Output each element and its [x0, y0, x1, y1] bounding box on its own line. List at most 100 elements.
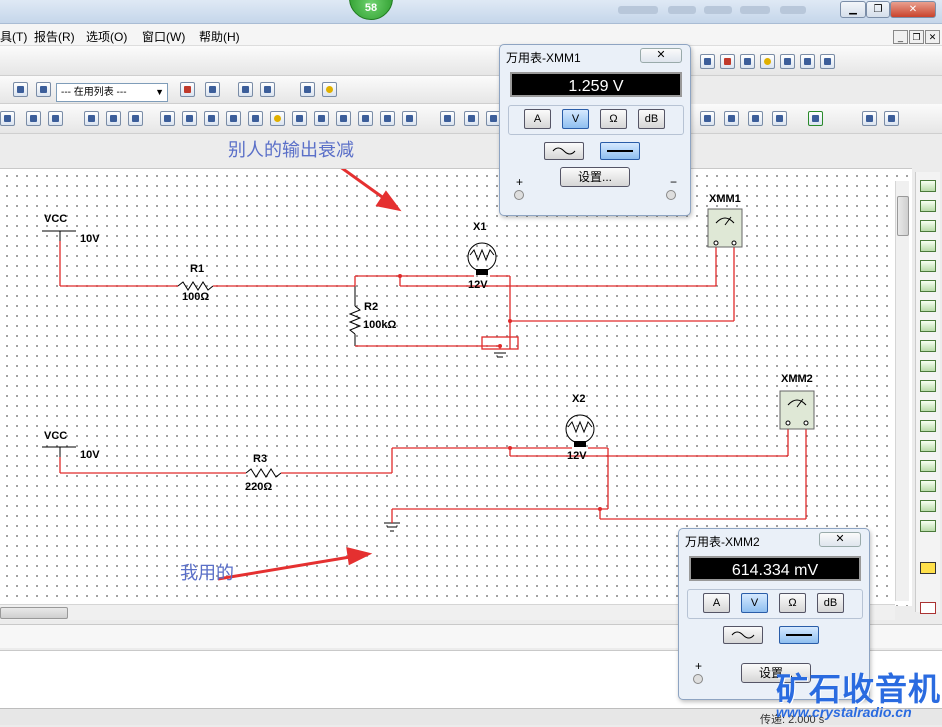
hierarchy-icon[interactable]: [13, 82, 28, 97]
wattmeter-tool-icon[interactable]: [920, 220, 936, 232]
vertical-scroll-thumb[interactable]: [897, 196, 909, 236]
erc-icon[interactable]: [180, 82, 195, 97]
multimeter-xmm1-symbol: [707, 208, 743, 248]
cmos-icon[interactable]: [182, 111, 197, 126]
watermark-url: www.crystalradio.cn: [776, 704, 912, 720]
back-annotate-icon[interactable]: [238, 82, 253, 97]
xmm1-minus-terminal[interactable]: [666, 190, 676, 200]
place-icon[interactable]: [464, 111, 479, 126]
xmm2-voltmeter-button[interactable]: V: [741, 593, 768, 613]
xmm1-ammeter-button[interactable]: A: [524, 109, 551, 129]
xmm2-ac-button[interactable]: [723, 626, 763, 644]
menu-options[interactable]: 选项(O): [86, 28, 127, 45]
database-icon[interactable]: [36, 82, 51, 97]
mdi-minimize-button[interactable]: _: [893, 30, 908, 44]
instrument-icon[interactable]: [748, 111, 763, 126]
power-icon[interactable]: [270, 111, 285, 126]
mdi-close-button[interactable]: ✕: [925, 30, 940, 44]
ttl-icon[interactable]: [160, 111, 175, 126]
logic-analyzer-tool-icon[interactable]: [920, 340, 936, 352]
generator-tool-icon[interactable]: [920, 200, 936, 212]
xmm2-plus-terminal[interactable]: [693, 674, 703, 684]
scope4-tool-icon[interactable]: [920, 260, 936, 272]
spectrum-tool-icon[interactable]: [920, 420, 936, 432]
distortion-tool-icon[interactable]: [920, 400, 936, 412]
horizontal-scroll-thumb[interactable]: [0, 607, 68, 619]
maximize-button[interactable]: ❐: [866, 1, 890, 18]
transfer-icon[interactable]: [205, 82, 220, 97]
probe-icon[interactable]: [700, 54, 715, 69]
xmm1-voltmeter-button[interactable]: V: [562, 109, 589, 129]
vertical-scrollbar[interactable]: [895, 181, 909, 601]
menu-window[interactable]: 窗口(W): [142, 28, 185, 45]
agilent-scope-tool-icon[interactable]: [920, 500, 936, 512]
xmm1-dc-button[interactable]: [600, 142, 640, 160]
ni-icon[interactable]: [380, 111, 395, 126]
minimize-button[interactable]: ▁: [840, 1, 866, 18]
xmm2-ammeter-button[interactable]: A: [703, 593, 730, 613]
close-button[interactable]: ✕: [890, 1, 936, 18]
inuse-list-select[interactable]: --- 在用列表 --- ▼: [56, 83, 168, 102]
mcu-icon[interactable]: [204, 111, 219, 126]
labview-tool-icon[interactable]: [920, 562, 936, 574]
misc-icon[interactable]: [292, 111, 307, 126]
instrument-icon[interactable]: [780, 54, 795, 69]
iv-tool-icon[interactable]: [920, 380, 936, 392]
r3-value: 220Ω: [245, 481, 273, 493]
probe-icon[interactable]: [740, 54, 755, 69]
bulb-icon[interactable]: [760, 54, 775, 69]
rf-icon[interactable]: [336, 111, 351, 126]
logic-converter-tool-icon[interactable]: [920, 360, 936, 372]
mixed-icon[interactable]: [226, 111, 241, 126]
oscilloscope-tool-icon[interactable]: [920, 240, 936, 252]
source-icon[interactable]: [26, 111, 41, 126]
xmm1-ohmmeter-button[interactable]: Ω: [600, 109, 627, 129]
xmm1-ac-button[interactable]: [544, 142, 584, 160]
electromech-icon[interactable]: [358, 111, 373, 126]
counter-tool-icon[interactable]: [920, 300, 936, 312]
xmm2-close-button[interactable]: ✕: [819, 532, 861, 547]
probe-red-icon[interactable]: [720, 54, 735, 69]
instrument-icon[interactable]: [800, 54, 815, 69]
forward-annotate-icon[interactable]: [260, 82, 275, 97]
ammeter-icon[interactable]: [884, 111, 899, 126]
connector-icon[interactable]: [402, 111, 417, 126]
bode-tool-icon[interactable]: [920, 280, 936, 292]
diode-icon[interactable]: [84, 111, 99, 126]
instrument-icon[interactable]: [772, 111, 787, 126]
xmm2-db-button[interactable]: dB: [817, 593, 844, 613]
advanced-icon[interactable]: [314, 111, 329, 126]
network-tool-icon[interactable]: [920, 440, 936, 452]
run-icon[interactable]: [808, 111, 823, 126]
zoom-icon[interactable]: [300, 82, 315, 97]
agilent-mm-tool-icon[interactable]: [920, 480, 936, 492]
place-icon[interactable]: [440, 111, 455, 126]
xmm1-db-button[interactable]: dB: [638, 109, 665, 129]
agilent-fg-tool-icon[interactable]: [920, 460, 936, 472]
component-icon[interactable]: [0, 111, 15, 126]
xmm2-dc-button[interactable]: [779, 626, 819, 644]
lamp-x1-ref: X1: [473, 221, 487, 233]
instrument-icon[interactable]: [700, 111, 715, 126]
instrument-icon[interactable]: [724, 111, 739, 126]
instrument-icon[interactable]: [820, 54, 835, 69]
multimeter-xmm1-panel[interactable]: 万用表-XMM1 ✕ 1.259 V A V Ω dB + − 设置...: [499, 44, 691, 216]
tek-scope-tool-icon[interactable]: [920, 520, 936, 532]
analog-icon[interactable]: [128, 111, 143, 126]
multimeter-tool-icon[interactable]: [920, 180, 936, 192]
indicator-icon[interactable]: [248, 111, 263, 126]
voltmeter-icon[interactable]: [862, 111, 877, 126]
probe-tool-icon[interactable]: [920, 602, 936, 614]
xmm1-close-button[interactable]: ✕: [640, 48, 682, 63]
basic-icon[interactable]: [48, 111, 63, 126]
mdi-restore-button[interactable]: ❐: [909, 30, 924, 44]
wordgen-tool-icon[interactable]: [920, 320, 936, 332]
menu-help[interactable]: 帮助(H): [199, 28, 240, 45]
transistor-icon[interactable]: [106, 111, 121, 126]
xmm2-ohmmeter-button[interactable]: Ω: [779, 593, 806, 613]
help-icon[interactable]: [322, 82, 337, 97]
menu-reports[interactable]: 报告(R): [34, 28, 75, 45]
xmm1-plus-terminal[interactable]: [514, 190, 524, 200]
xmm1-settings-button[interactable]: 设置...: [560, 167, 630, 187]
menu-tools[interactable]: 具(T): [0, 28, 27, 45]
